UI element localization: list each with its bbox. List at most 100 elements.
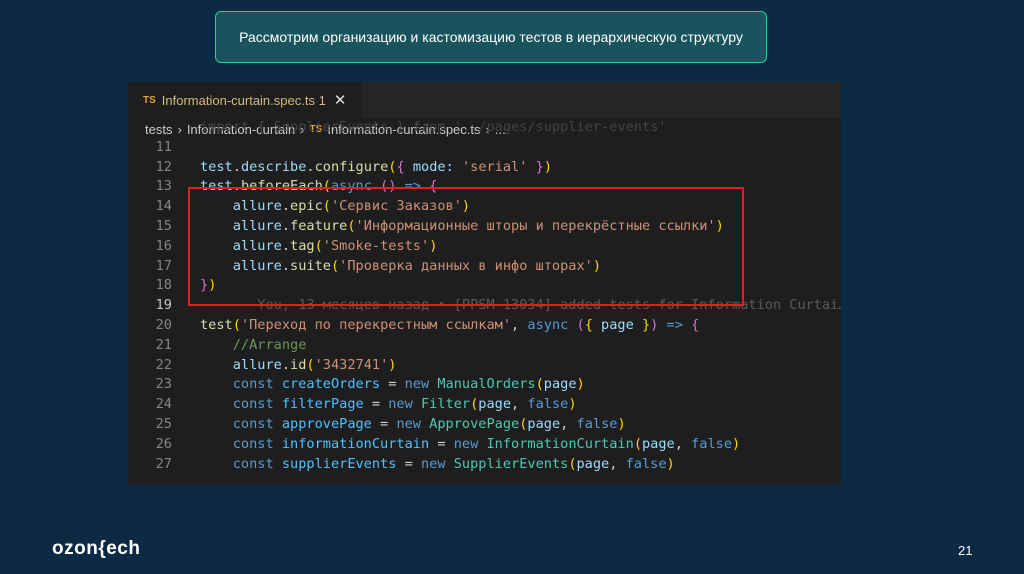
code-token: = <box>429 435 454 452</box>
highlight-box <box>188 187 744 306</box>
code-token: ) <box>617 415 626 432</box>
code-token: const <box>200 455 282 472</box>
tab-information-curtain-spec[interactable]: TS Information-curtain.spec.ts 1 ✕ <box>128 82 362 118</box>
code-token: async <box>527 316 569 333</box>
code-token: import { SupplierEvents } from '../pages… <box>200 119 667 135</box>
code-line: 24 const filterPage = new Filter(page, f… <box>128 395 841 415</box>
code-token: page <box>592 316 642 333</box>
code-token: 'serial' <box>461 158 528 175</box>
code-token: false <box>625 455 667 472</box>
code-token: false <box>576 415 618 432</box>
code-line: 25 const approvePage = new ApprovePage(p… <box>128 415 841 435</box>
code-token: filterPage <box>281 396 364 413</box>
code-token: new <box>404 376 438 393</box>
code-line: 22 allure. id('3432741') <box>128 356 841 376</box>
code-token: { <box>396 158 405 175</box>
code-token: = <box>380 376 405 393</box>
code-token: = <box>396 455 421 472</box>
page-number: 21 <box>958 543 973 558</box>
code-token: approvePage <box>281 415 372 432</box>
close-icon[interactable]: ✕ <box>334 91 347 109</box>
code-token: ) <box>576 376 585 393</box>
code-token: page <box>478 396 512 413</box>
code-token: , <box>609 455 626 472</box>
code-token: ApprovePage <box>429 415 520 432</box>
code-token: ) <box>666 455 675 472</box>
line-number <box>128 118 200 138</box>
code-token: . <box>232 158 241 175</box>
line-number: 27 <box>155 455 172 472</box>
line-number: 23 <box>155 376 172 393</box>
code-line: 21 //Arrange <box>128 336 841 356</box>
code-token: page <box>543 376 577 393</box>
code-token: page <box>527 415 561 432</box>
code-line: import { SupplierEvents } from '../pages… <box>128 118 841 138</box>
code-token: ( <box>568 455 577 472</box>
code-token: createOrders <box>281 376 381 393</box>
code-token: ( <box>519 415 528 432</box>
code-token: ) <box>732 435 741 452</box>
code-token: , <box>560 415 577 432</box>
code-token: ) <box>568 396 577 413</box>
code-token: ( <box>470 396 479 413</box>
code-token: describe <box>240 158 307 175</box>
typescript-icon: TS <box>143 94 156 106</box>
code-token: test <box>200 158 233 175</box>
code-token: false <box>691 435 733 452</box>
code-token: supplierEvents <box>281 455 397 472</box>
code-token: SupplierEvents <box>453 455 569 472</box>
code-token: ( <box>576 316 585 333</box>
code-token: ( <box>306 356 315 373</box>
code-line: 20 test('Переход по перекрестным ссылкам'… <box>128 316 841 336</box>
line-number: 26 <box>155 435 172 452</box>
line-number: 21 <box>155 336 172 353</box>
code-token: { <box>584 316 593 333</box>
code-token: = <box>371 415 397 432</box>
code-token: test <box>200 316 233 333</box>
code-token: new <box>388 396 421 413</box>
code-token: } <box>641 316 651 333</box>
code-token: new <box>420 455 454 472</box>
code-token: mode: <box>404 158 462 175</box>
code-line: 11 <box>128 138 841 158</box>
code-token: ( <box>633 435 642 452</box>
line-number: 25 <box>155 415 172 432</box>
code-token: ( <box>388 158 397 175</box>
code-token: => <box>658 316 692 333</box>
line-number: 12 <box>155 158 172 175</box>
code-token: { <box>691 316 700 333</box>
code-token: false <box>527 396 569 413</box>
code-token: '3432741' <box>314 356 389 373</box>
code-line: 26 const informationCurtain = new Inform… <box>128 435 841 455</box>
code-token: informationCurtain <box>281 435 430 452</box>
line-number: 11 <box>155 138 172 155</box>
code-token: . <box>281 356 291 373</box>
line-number: 20 <box>155 316 172 333</box>
code-token: Filter <box>421 396 471 413</box>
code-token: id <box>290 356 307 373</box>
code-token: ( <box>535 376 544 393</box>
code-token: const <box>200 435 282 452</box>
code-token: } <box>535 158 544 175</box>
code-line: 23 const createOrders = new ManualOrders… <box>128 375 841 395</box>
code-token: 'Переход по перекрестным ссылкам' <box>240 316 512 333</box>
code-token: new <box>453 435 487 452</box>
code-token: ManualOrders <box>437 376 536 393</box>
code-token: new <box>396 415 430 432</box>
code-token: InformationCurtain <box>486 435 634 452</box>
tab-label: Information-curtain.spec.ts <box>161 92 315 108</box>
code-token: const <box>200 415 282 432</box>
code-token: //Arrange <box>200 336 307 353</box>
code-token: . <box>306 158 315 175</box>
code-token: ( <box>232 316 241 333</box>
ozontech-logo: ozon{ech <box>52 538 141 559</box>
code-line: 12 test. describe. configure({ mode: 'seria… <box>128 158 841 178</box>
line-number: 22 <box>155 356 172 373</box>
code-token: page <box>642 435 675 452</box>
code-token: ) <box>650 316 659 333</box>
tab-bar: TS Information-curtain.spec.ts 1 ✕ <box>128 82 841 118</box>
code-token: ) <box>543 158 552 175</box>
code-token: , <box>511 396 528 413</box>
